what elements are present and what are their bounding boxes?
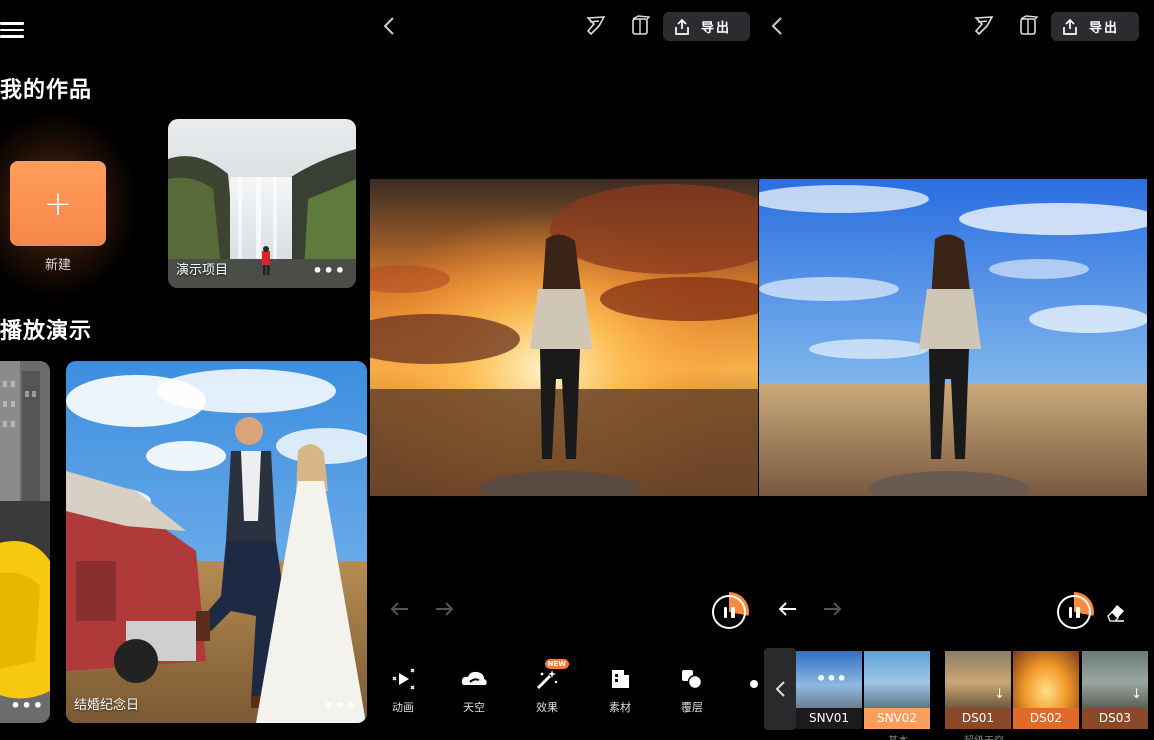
group-label-basic: 基本 bbox=[888, 732, 908, 740]
tool-label: 天空 bbox=[463, 701, 485, 714]
filter-name: DS03 bbox=[1082, 708, 1148, 729]
tool-overlay[interactable]: 覆层 bbox=[664, 665, 720, 715]
eraser-icon[interactable] bbox=[1104, 600, 1128, 628]
tool-label: 效果 bbox=[536, 701, 558, 714]
plus-icon: + bbox=[43, 183, 73, 224]
filter-snv02[interactable]: SNV02 bbox=[864, 651, 930, 729]
tool-label: 素材 bbox=[609, 701, 631, 714]
tool-sky[interactable]: 天空 bbox=[446, 665, 502, 715]
tool-label: 动画 bbox=[392, 701, 414, 714]
pause-button[interactable] bbox=[1057, 595, 1091, 629]
share-icon bbox=[1063, 18, 1077, 35]
sunset-sky-preview[interactable] bbox=[370, 179, 758, 496]
city-thumbnail bbox=[0, 361, 50, 723]
pause-button[interactable] bbox=[712, 595, 746, 629]
export-label: 导出 bbox=[701, 21, 732, 36]
eraser-brush-icon[interactable] bbox=[585, 14, 607, 38]
filter-ds01[interactable]: ↓ DS01 bbox=[945, 651, 1011, 729]
tool-animate[interactable]: 动画 bbox=[375, 665, 431, 715]
download-icon: ↓ bbox=[1131, 687, 1142, 702]
redo-icon[interactable] bbox=[432, 598, 456, 626]
export-button[interactable]: 导出 bbox=[1051, 12, 1139, 41]
demo-card-wedding[interactable]: 结婚纪念日 ••• bbox=[66, 361, 367, 723]
filter-ds02[interactable]: DS02 bbox=[1013, 651, 1079, 729]
pause-icon bbox=[1068, 606, 1080, 618]
new-project-button[interactable]: + bbox=[10, 161, 106, 246]
eraser-brush-icon[interactable] bbox=[973, 14, 995, 38]
redo-icon[interactable] bbox=[820, 598, 844, 626]
filter-snv01[interactable]: ••• SNV01 bbox=[796, 651, 862, 729]
wedding-thumbnail bbox=[66, 361, 367, 723]
collapse-filters-button[interactable] bbox=[764, 648, 796, 730]
editor-panel-effects: 导出 动画 天空 NEW 效果 素材 覆层 bbox=[370, 0, 758, 740]
editor-panel-sky: 导出 ••• SNV01 SNV02 ↓ DS01 DS02 ↓ DS03 bbox=[758, 0, 1154, 740]
compare-icon[interactable] bbox=[630, 14, 652, 38]
more-icon[interactable]: ••• bbox=[323, 696, 357, 715]
filter-name: SNV02 bbox=[864, 708, 930, 729]
share-icon bbox=[675, 18, 689, 35]
pause-icon bbox=[723, 606, 735, 618]
filter-name: DS02 bbox=[1013, 708, 1079, 729]
tool-effects[interactable]: NEW 效果 bbox=[519, 659, 575, 715]
my-works-title: 我的作品 bbox=[0, 78, 93, 103]
chevron-left-icon bbox=[775, 681, 785, 697]
demo-title: 结婚纪念日 bbox=[74, 698, 140, 713]
more-icon[interactable]: ••• bbox=[816, 669, 847, 688]
group-label-super-sky: 超级天空 bbox=[964, 732, 1004, 740]
demo-card-city[interactable]: ••• bbox=[0, 361, 50, 723]
animate-icon bbox=[392, 668, 415, 690]
project-title: 演示项目 bbox=[176, 263, 229, 278]
undo-icon[interactable] bbox=[388, 598, 412, 626]
new-project-label: 新建 bbox=[44, 258, 71, 273]
more-icon[interactable]: ••• bbox=[312, 261, 346, 280]
project-card-demo[interactable]: 演示项目 ••• bbox=[168, 119, 356, 288]
back-icon[interactable] bbox=[770, 16, 790, 40]
menu-icon[interactable] bbox=[0, 22, 24, 42]
filter-ds03[interactable]: ↓ DS03 bbox=[1082, 651, 1148, 729]
material-icon bbox=[612, 670, 629, 688]
tool-label: 覆层 bbox=[681, 701, 703, 714]
effects-wand-icon bbox=[536, 670, 558, 690]
more-tools-indicator bbox=[750, 680, 758, 688]
export-button[interactable]: 导出 bbox=[663, 12, 750, 41]
download-icon: ↓ bbox=[994, 687, 1005, 702]
compare-icon[interactable] bbox=[1018, 14, 1040, 38]
export-label: 导出 bbox=[1089, 21, 1120, 36]
demo-section-title: 播放演示 bbox=[0, 319, 93, 344]
back-icon[interactable] bbox=[382, 16, 402, 40]
sky-cloud-icon bbox=[461, 671, 487, 685]
filter-name: SNV01 bbox=[796, 708, 862, 729]
tool-material[interactable]: 素材 bbox=[592, 665, 648, 715]
overlay-icon bbox=[682, 670, 703, 690]
new-badge: NEW bbox=[544, 659, 569, 669]
gallery-panel: 我的作品 + 新建 演示项目 ••• 播放演示 ••• 结婚纪念日 ••• bbox=[0, 0, 370, 740]
blue-sky-preview[interactable] bbox=[759, 179, 1147, 496]
more-icon[interactable]: ••• bbox=[10, 696, 44, 715]
filter-name: DS01 bbox=[945, 708, 1011, 729]
undo-icon[interactable] bbox=[776, 598, 800, 626]
